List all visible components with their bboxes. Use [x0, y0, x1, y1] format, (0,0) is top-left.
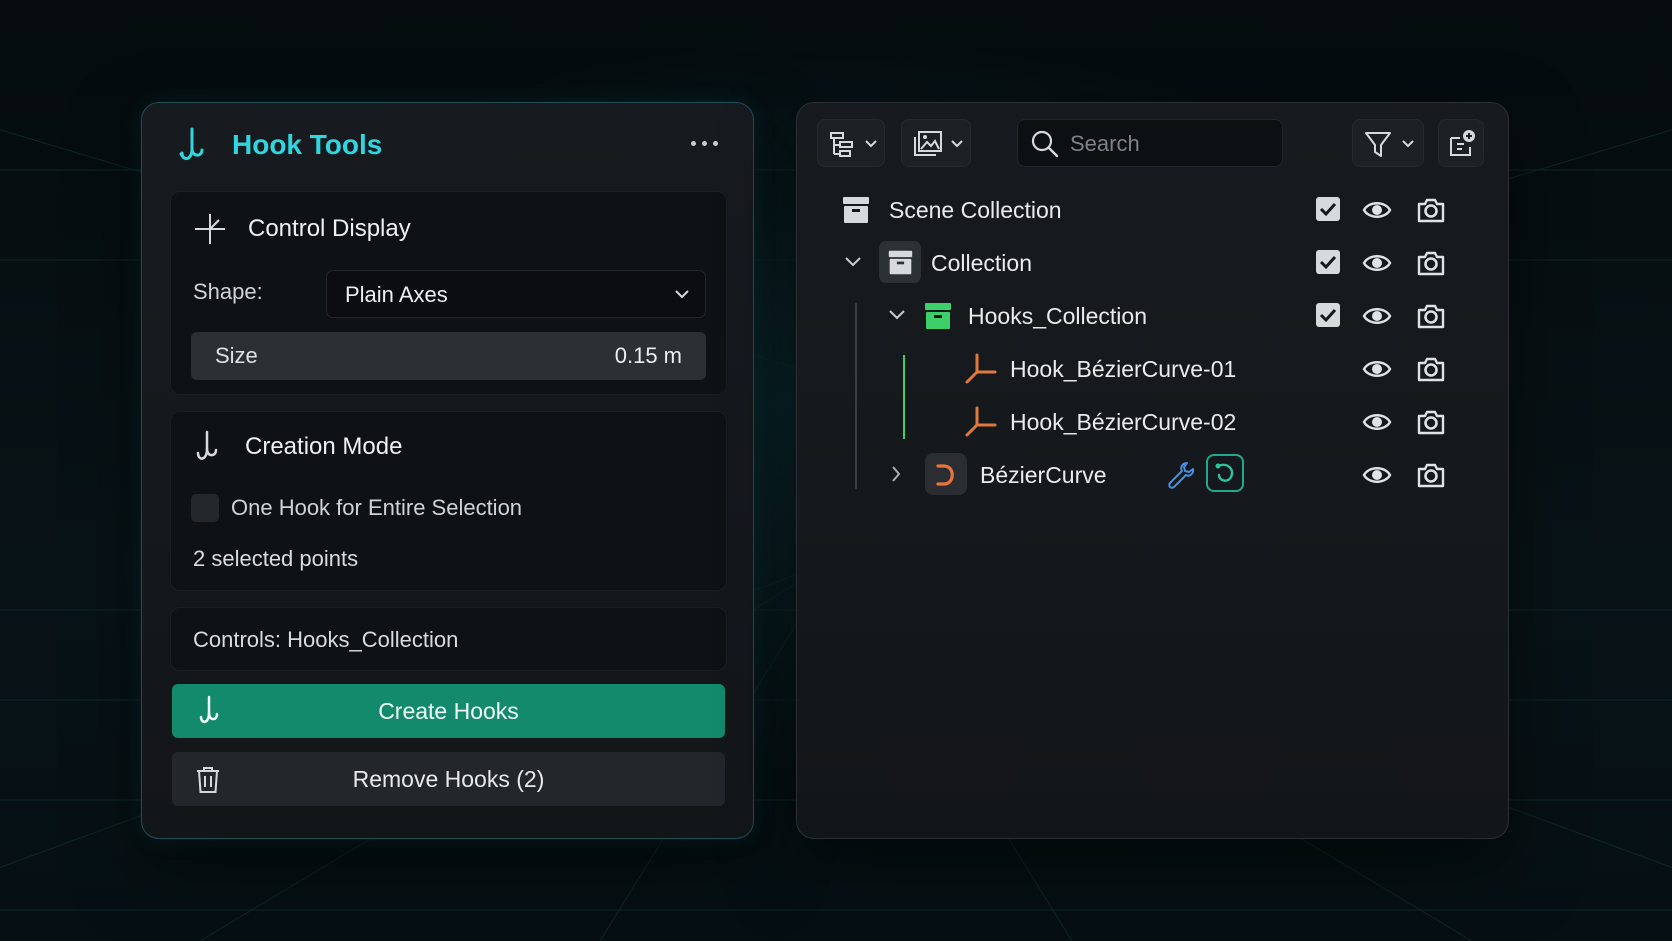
axes-icon [195, 214, 225, 244]
size-value: 0.15 m [614, 343, 682, 368]
curve-object-icon [936, 464, 954, 486]
view-filter-button[interactable] [901, 119, 971, 167]
chevron-down-icon [951, 140, 963, 148]
empty-axes-icon [965, 406, 997, 437]
camera-icon [1417, 357, 1445, 382]
display-mode-button[interactable] [817, 119, 885, 167]
exclude-checkbox[interactable] [1316, 303, 1340, 327]
outliner-search[interactable] [1017, 119, 1283, 167]
camera-icon [1417, 410, 1445, 435]
filter-funnel-icon [1365, 132, 1391, 157]
size-label: Size [215, 343, 258, 368]
checkmark-icon [1319, 202, 1337, 217]
visibility-toggle[interactable] [1362, 302, 1392, 330]
hook-icon [196, 430, 218, 460]
eye-icon [1362, 361, 1392, 377]
eye-icon [1362, 414, 1392, 430]
visibility-toggle[interactable] [1362, 249, 1392, 277]
create-hooks-label: Create Hooks [378, 698, 519, 724]
camera-icon [1417, 304, 1445, 329]
render-toggle[interactable] [1416, 460, 1446, 490]
chevron-down-icon [865, 140, 877, 148]
tree-row-hook-01[interactable]: Hook_BézierCurve-01 [797, 346, 1510, 392]
hook-tools-panel: Hook Tools Control Display Shape: Plain … [141, 102, 754, 839]
visibility-toggle[interactable] [1362, 461, 1392, 489]
checkmark-icon [1319, 255, 1337, 270]
create-hooks-button[interactable]: Create Hooks [172, 684, 725, 738]
controls-section: Controls: Hooks_Collection [170, 607, 727, 671]
outliner-panel: Scene Collection Collection Hooks_Collec… [796, 102, 1509, 839]
render-toggle[interactable] [1416, 248, 1446, 278]
creation-mode-title: Creation Mode [245, 433, 403, 460]
exclude-checkbox[interactable] [1316, 197, 1340, 221]
tree-row-label: Collection [931, 250, 1032, 276]
camera-icon [1417, 463, 1445, 488]
remove-hooks-label: Remove Hooks (2) [352, 766, 545, 792]
visibility-toggle[interactable] [1362, 408, 1392, 436]
hook-icon [179, 127, 204, 160]
collection-box-icon [925, 303, 951, 329]
chevron-down-icon[interactable] [843, 255, 863, 269]
new-collection-icon [1450, 130, 1475, 156]
tree-row-label: Hooks_Collection [968, 303, 1147, 329]
checkmark-icon [1319, 308, 1337, 323]
chevron-down-icon[interactable] [887, 308, 907, 322]
collection-box-icon [843, 197, 869, 223]
shape-label: Shape: [193, 279, 263, 304]
chevron-down-icon [1402, 140, 1414, 148]
search-icon [1031, 130, 1059, 158]
filter-button[interactable] [1352, 119, 1424, 167]
camera-icon [1417, 251, 1445, 276]
ellipsis-icon [690, 140, 696, 146]
tree-row-label: BézierCurve [980, 462, 1107, 488]
new-collection-button[interactable] [1438, 119, 1484, 167]
selection-info: 2 selected points [193, 546, 359, 571]
collection-box-icon [888, 250, 913, 275]
outliner-hierarchy-icon [830, 132, 853, 157]
eye-icon [1362, 467, 1392, 483]
tree-row-hook-02[interactable]: Hook_BézierCurve-02 [797, 399, 1510, 445]
eye-icon [1362, 202, 1392, 218]
chevron-down-icon [675, 290, 689, 299]
control-display-section: Control Display Shape: Plain Axes Size 0… [170, 191, 727, 395]
render-toggle[interactable] [1416, 407, 1446, 437]
creation-mode-section: Creation Mode One Hook for Entire Select… [170, 411, 727, 591]
wrench-icon[interactable] [1165, 460, 1195, 490]
render-toggle[interactable] [1416, 354, 1446, 384]
tree-row-label: Hook_BézierCurve-02 [1010, 409, 1237, 435]
panel-title: Hook Tools [232, 129, 383, 160]
eye-icon [1362, 255, 1392, 271]
one-hook-checkbox[interactable] [191, 494, 219, 522]
shape-value: Plain Axes [345, 282, 448, 307]
one-hook-label: One Hook for Entire Selection [231, 495, 523, 520]
tree-row-bezier-curve[interactable]: BézierCurve [797, 452, 1510, 498]
tree-row-label: Hook_BézierCurve-01 [1010, 356, 1237, 382]
camera-icon [1417, 198, 1445, 223]
controls-text: Controls: Hooks_Collection [193, 627, 459, 652]
tree-row-collection[interactable]: Collection [797, 240, 1510, 286]
more-options-button[interactable] [687, 135, 721, 151]
tree-row-scene-collection[interactable]: Scene Collection [797, 187, 1510, 233]
image-stack-icon [914, 131, 942, 156]
chevron-right-icon[interactable] [889, 464, 903, 484]
empty-axes-icon [965, 353, 997, 384]
render-toggle[interactable] [1416, 301, 1446, 331]
control-display-title: Control Display [248, 215, 411, 242]
exclude-checkbox[interactable] [1316, 250, 1340, 274]
search-input[interactable] [1070, 128, 1270, 160]
shape-dropdown[interactable]: Plain Axes [326, 270, 706, 318]
render-toggle[interactable] [1416, 195, 1446, 225]
eye-icon [1362, 308, 1392, 324]
remove-hooks-button[interactable]: Remove Hooks (2) [172, 752, 725, 806]
tree-row-label: Scene Collection [889, 197, 1062, 223]
size-slider[interactable]: Size 0.15 m [191, 332, 706, 380]
visibility-toggle[interactable] [1362, 196, 1392, 224]
curve-data-icon [1215, 463, 1234, 482]
visibility-toggle[interactable] [1362, 355, 1392, 383]
tree-row-hooks-collection[interactable]: Hooks_Collection [797, 293, 1510, 339]
